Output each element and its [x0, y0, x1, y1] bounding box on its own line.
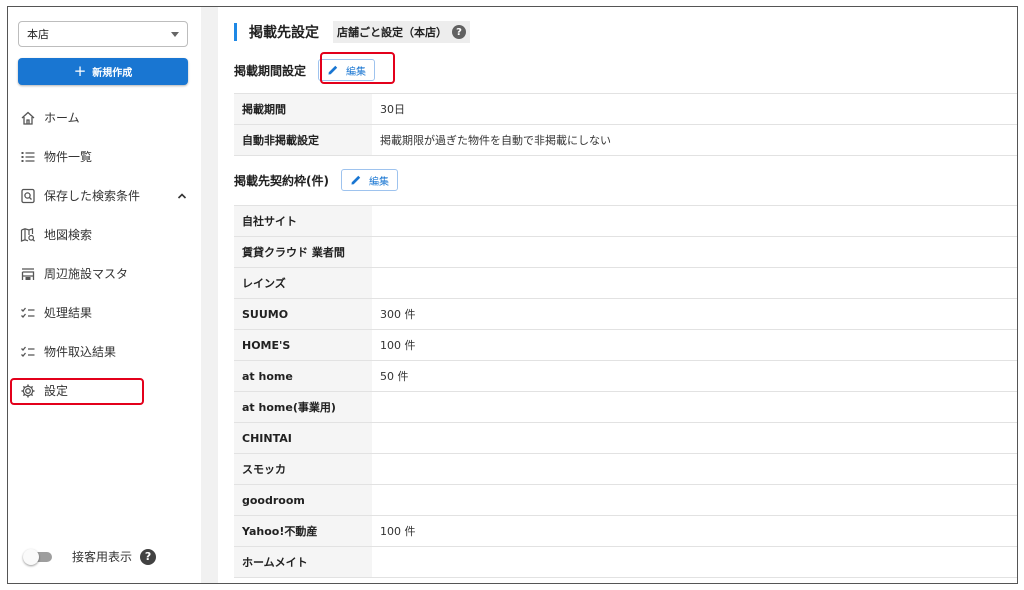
- row-key: SUUMO: [234, 298, 372, 330]
- customer-view-label: 接客用表示: [72, 550, 133, 564]
- sidebar-item-map-search[interactable]: 地図検索: [8, 215, 201, 254]
- create-new-button[interactable]: + 新規作成: [18, 58, 188, 85]
- row-value: [372, 484, 1017, 516]
- row-key: 賃貸クラウド 業者間: [234, 236, 372, 268]
- sidebar-item-label: ホーム: [44, 111, 80, 125]
- table-row: 賃貸クラウド 業者間: [234, 236, 1017, 268]
- map-search-icon: [20, 227, 36, 243]
- title-accent-bar: [234, 23, 237, 41]
- row-value: [372, 236, 1017, 268]
- sidebar-item-label: 地図検索: [44, 228, 93, 242]
- table-row: Yahoo!不動産 100 件: [234, 515, 1017, 547]
- store-select-value: 本店: [27, 28, 49, 41]
- facility-icon: [20, 266, 36, 282]
- row-key: レインズ: [234, 267, 372, 299]
- table-row: goodroom: [234, 484, 1017, 516]
- row-key: スモッカ: [234, 453, 372, 485]
- customer-view-toggle[interactable]: [23, 548, 52, 565]
- row-value: 掲載期限が過ぎた物件を自動で非掲載にしない: [372, 124, 1017, 156]
- row-value: 50 件: [372, 360, 1017, 392]
- table-row: at home(事業用): [234, 391, 1017, 423]
- row-value: [372, 546, 1017, 578]
- sidebar-item-label: 物件取込結果: [44, 345, 117, 359]
- row-key: at home(事業用): [234, 391, 372, 423]
- checklist-icon: [20, 344, 36, 360]
- sidebar-item-saved-search[interactable]: 保存した検索条件: [8, 176, 201, 215]
- quota-section-title: 掲載先契約枠(件): [234, 173, 329, 188]
- app-window: 本店 + 新規作成 ホーム 物件一覧 保存した検索条件 地図検索 周辺施設マスタ…: [7, 6, 1018, 584]
- row-key: goodroom: [234, 484, 372, 516]
- chevron-up-icon[interactable]: [177, 190, 187, 204]
- quota-section-header: 掲載先契約枠(件) 編集: [234, 169, 398, 191]
- scope-chip: 店舗ごと設定（本店） ?: [333, 21, 470, 43]
- sidebar-nav: ホーム 物件一覧 保存した検索条件 地図検索 周辺施設マスタ 処理結果 物件取込…: [8, 98, 201, 410]
- create-new-label: 新規作成: [92, 68, 133, 79]
- plus-icon: +: [73, 62, 87, 80]
- table-row: at home 50 件: [234, 360, 1017, 392]
- sidebar-item-label: 周辺施設マスタ: [44, 267, 129, 281]
- table-row: 自動非掲載設定 掲載期限が過ぎた物件を自動で非掲載にしない: [234, 124, 1017, 156]
- sidebar-item-label: 処理結果: [44, 306, 93, 320]
- table-row: 掲載期間 30日: [234, 93, 1017, 125]
- row-key: 自動非掲載設定: [234, 124, 372, 156]
- page-title: 掲載先設定 店舗ごと設定（本店） ?: [234, 21, 470, 43]
- sidebar-gutter: [201, 7, 218, 583]
- list-icon: [20, 149, 36, 165]
- sidebar-item-home[interactable]: ホーム: [8, 98, 201, 137]
- row-value: 300 件: [372, 298, 1017, 330]
- pencil-icon: [351, 175, 361, 185]
- sidebar-item-import-results[interactable]: 物件取込結果: [8, 332, 201, 371]
- sidebar-item-facility-master[interactable]: 周辺施設マスタ: [8, 254, 201, 293]
- sidebar: 本店 + 新規作成 ホーム 物件一覧 保存した検索条件 地図検索 周辺施設マスタ…: [8, 7, 201, 583]
- row-value: 100 件: [372, 515, 1017, 547]
- edit-button-highlight: [320, 52, 395, 84]
- sidebar-item-label: 物件一覧: [44, 150, 93, 164]
- row-value: [372, 205, 1017, 237]
- row-key: 掲載期間: [234, 93, 372, 125]
- table-row: スモッカ: [234, 453, 1017, 485]
- row-key: at home: [234, 360, 372, 392]
- customer-view-toggle-row: 接客用表示 ?: [23, 548, 157, 565]
- settings-highlight: [10, 378, 144, 405]
- table-row: 自社サイト: [234, 205, 1017, 237]
- quota-table: 自社サイト 賃貸クラウド 業者間 レインズ SUUMO 300 件 HOME'S 1…: [234, 205, 1017, 578]
- row-value: [372, 391, 1017, 423]
- help-icon[interactable]: ?: [452, 25, 466, 39]
- store-select[interactable]: 本店: [18, 21, 188, 47]
- saved-search-icon: [20, 188, 36, 204]
- row-key: CHINTAI: [234, 422, 372, 454]
- sidebar-item-label: 保存した検索条件: [44, 189, 141, 203]
- table-row: レインズ: [234, 267, 1017, 299]
- home-icon: [20, 110, 36, 126]
- main-content: 掲載先設定 店舗ごと設定（本店） ? 掲載期間設定 編集 掲載期間 30日 自動…: [218, 7, 1017, 583]
- quota-edit-button[interactable]: 編集: [340, 169, 398, 191]
- row-key: Yahoo!不動産: [234, 515, 372, 547]
- sidebar-item-process-results[interactable]: 処理結果: [8, 293, 201, 332]
- help-icon[interactable]: ?: [140, 548, 157, 565]
- checklist-icon: [20, 305, 36, 321]
- table-row: HOME'S 100 件: [234, 329, 1017, 361]
- row-value: 30日: [372, 93, 1017, 125]
- row-key: 自社サイト: [234, 205, 372, 237]
- row-value: [372, 422, 1017, 454]
- row-value: [372, 267, 1017, 299]
- table-row: SUUMO 300 件: [234, 298, 1017, 330]
- period-table: 掲載期間 30日 自動非掲載設定 掲載期限が過ぎた物件を自動で非掲載にしない: [234, 93, 1017, 156]
- row-key: ホームメイト: [234, 546, 372, 578]
- row-value: [372, 453, 1017, 485]
- row-value: 100 件: [372, 329, 1017, 361]
- edit-label: 編集: [368, 176, 389, 188]
- table-row: CHINTAI: [234, 422, 1017, 454]
- period-section-title: 掲載期間設定: [234, 63, 307, 78]
- scope-chip-label: 店舗ごと設定（本店）: [337, 26, 447, 39]
- table-row: ホームメイト: [234, 546, 1017, 578]
- caret-down-icon: [171, 31, 179, 37]
- row-key: HOME'S: [234, 329, 372, 361]
- sidebar-item-property-list[interactable]: 物件一覧: [8, 137, 201, 176]
- page-title-text: 掲載先設定: [249, 25, 319, 41]
